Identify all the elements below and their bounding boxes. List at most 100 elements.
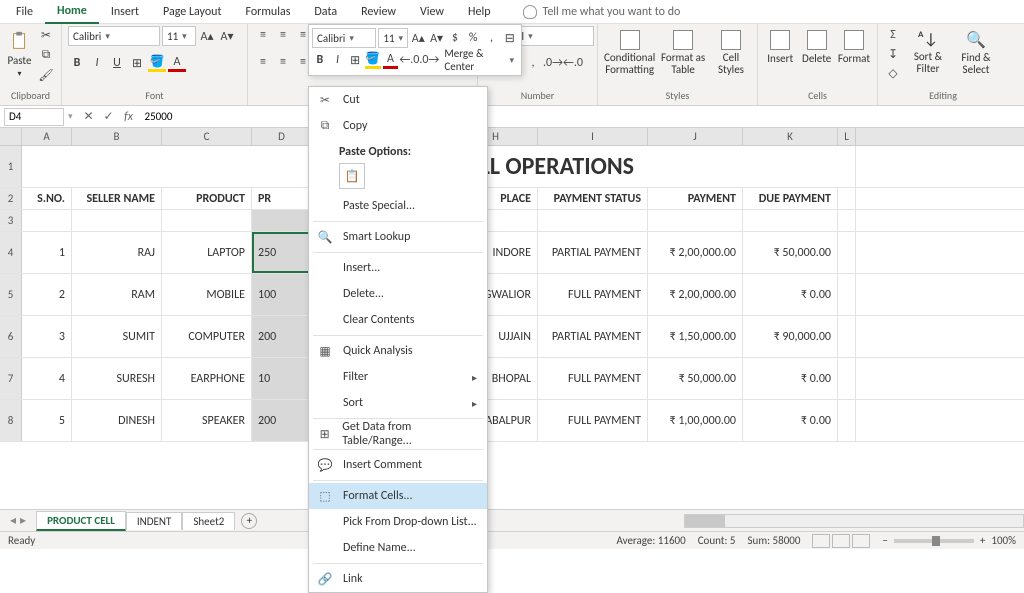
- mini-fill-icon[interactable]: 🪣: [365, 51, 381, 69]
- header-C[interactable]: PRODUCT: [162, 188, 252, 209]
- cell-4-A[interactable]: 1: [22, 232, 72, 273]
- sheet-tab-product-cell[interactable]: PRODUCT CELL: [36, 511, 126, 531]
- conditional-formatting-button[interactable]: Conditional Formatting: [604, 26, 655, 76]
- cell-6-A[interactable]: 3: [22, 316, 72, 357]
- cell[interactable]: [22, 210, 72, 231]
- ctx-get-data[interactable]: ⊞Get Data from Table/Range...: [309, 421, 487, 447]
- cell-5-J[interactable]: ₹ 2,00,000.00: [648, 274, 743, 315]
- cell-4-B[interactable]: RAJ: [72, 232, 162, 273]
- increase-decimal-icon[interactable]: .0→: [544, 54, 562, 72]
- cell-7-A[interactable]: 4: [22, 358, 72, 399]
- ctx-define-name[interactable]: Define Name...: [309, 535, 487, 561]
- decrease-decimal-icon[interactable]: ←.0: [564, 54, 582, 72]
- new-sheet-button[interactable]: +: [241, 513, 257, 529]
- cell[interactable]: [538, 210, 648, 231]
- row-header-3[interactable]: 3: [0, 210, 22, 231]
- italic-button[interactable]: I: [88, 54, 106, 72]
- cell-7-D[interactable]: 10: [252, 358, 312, 399]
- fill-color-button[interactable]: 🪣: [148, 54, 166, 72]
- mini-inc-decimal-icon[interactable]: .0→: [420, 51, 438, 69]
- ctx-insert[interactable]: Insert...: [309, 255, 487, 281]
- cell[interactable]: [648, 210, 743, 231]
- header-D[interactable]: PR: [252, 188, 312, 209]
- align-top-icon[interactable]: ≡: [254, 26, 272, 44]
- horizontal-scrollbar[interactable]: [684, 514, 1024, 528]
- align-left-icon[interactable]: ≡: [254, 53, 272, 71]
- row-header-6[interactable]: 6: [0, 316, 22, 357]
- ctx-insert-comment[interactable]: 💬Insert Comment: [309, 452, 487, 478]
- cell-5-K[interactable]: ₹ 0.00: [743, 274, 838, 315]
- ctx-delete[interactable]: Delete...: [309, 281, 487, 307]
- mini-size-select[interactable]: 11▾: [378, 28, 408, 48]
- cell-styles-button[interactable]: Cell Styles: [711, 26, 751, 76]
- mini-font-select[interactable]: Calibri▾: [312, 28, 376, 48]
- cell-5-I[interactable]: FULL PAYMENT: [538, 274, 648, 315]
- view-normal-button[interactable]: [812, 534, 830, 548]
- cell-8-L[interactable]: [838, 400, 856, 441]
- ctx-clear-contents[interactable]: Clear Contents: [309, 307, 487, 333]
- ctx-format-cells[interactable]: ⬚Format Cells...: [309, 483, 487, 509]
- cell-8-K[interactable]: ₹ 0.00: [743, 400, 838, 441]
- zoom-in-button[interactable]: +: [980, 534, 985, 547]
- tab-insert[interactable]: Insert: [99, 1, 151, 23]
- mini-border-icon[interactable]: ⊞: [347, 51, 363, 69]
- cell-6-I[interactable]: PARTIAL PAYMENT: [538, 316, 648, 357]
- mini-comma-icon[interactable]: ,: [483, 29, 499, 47]
- cell-4-K[interactable]: ₹ 50,000.00: [743, 232, 838, 273]
- worksheet-grid[interactable]: ABCDFGHIJKL 1ELL OPERATIONS2S.NO.SELLER …: [0, 128, 1024, 530]
- cell-6-B[interactable]: SUMIT: [72, 316, 162, 357]
- cell-4-I[interactable]: PARTIAL PAYMENT: [538, 232, 648, 273]
- increase-font-icon[interactable]: A▴: [198, 27, 216, 45]
- header-B[interactable]: SELLER NAME: [72, 188, 162, 209]
- paste-button[interactable]: Paste ▾: [6, 26, 33, 79]
- cell-5-B[interactable]: RAM: [72, 274, 162, 315]
- cell-7-C[interactable]: EARPHONE: [162, 358, 252, 399]
- ctx-paste-special[interactable]: Paste Special...: [309, 193, 487, 219]
- comma-format-icon[interactable]: ,: [524, 54, 542, 72]
- copy-icon[interactable]: ⧉: [37, 46, 55, 64]
- cell-5-L[interactable]: [838, 274, 856, 315]
- cell[interactable]: [838, 210, 856, 231]
- row-header-7[interactable]: 7: [0, 358, 22, 399]
- mini-accounting-icon[interactable]: $: [447, 29, 463, 47]
- autosum-icon[interactable]: Σ: [884, 26, 902, 44]
- insert-cells-button[interactable]: Insert: [764, 26, 796, 65]
- cell-6-L[interactable]: [838, 316, 856, 357]
- tab-page-layout[interactable]: Page Layout: [151, 1, 233, 23]
- mini-italic-icon[interactable]: I: [330, 51, 346, 69]
- cell-8-I[interactable]: FULL PAYMENT: [538, 400, 648, 441]
- format-as-table-button[interactable]: Format as Table: [659, 26, 707, 76]
- border-button[interactable]: ⊞: [128, 54, 146, 72]
- mini-bold-icon[interactable]: B: [312, 51, 328, 69]
- font-color-button[interactable]: A: [168, 54, 186, 72]
- zoom-slider[interactable]: [894, 539, 974, 543]
- header-A[interactable]: S.NO.: [22, 188, 72, 209]
- font-name-select[interactable]: Calibri▾: [68, 26, 160, 46]
- formula-input[interactable]: [139, 110, 1024, 123]
- col-header-B[interactable]: B: [72, 128, 162, 145]
- cell-7-L[interactable]: [838, 358, 856, 399]
- cell[interactable]: [162, 210, 252, 231]
- ctx-link[interactable]: 🔗Link: [309, 566, 487, 592]
- format-cells-button[interactable]: Format: [837, 26, 871, 65]
- row-header-8[interactable]: 8: [0, 400, 22, 441]
- cell-5-A[interactable]: 2: [22, 274, 72, 315]
- cell-7-J[interactable]: ₹ 50,000.00: [648, 358, 743, 399]
- mini-dec-decimal-icon[interactable]: ←.0: [400, 51, 418, 69]
- header-J[interactable]: PAYMENT: [648, 188, 743, 209]
- decrease-font-icon[interactable]: A▾: [218, 27, 236, 45]
- cell-6-C[interactable]: COMPUTER: [162, 316, 252, 357]
- mini-format-painter-icon[interactable]: ⊟: [502, 29, 518, 47]
- row-header-1[interactable]: 1: [0, 146, 22, 187]
- ctx-sort[interactable]: Sort▸: [309, 390, 487, 416]
- enter-formula-icon[interactable]: ✓: [99, 109, 119, 124]
- cell-5-C[interactable]: MOBILE: [162, 274, 252, 315]
- cell-6-J[interactable]: ₹ 1,50,000.00: [648, 316, 743, 357]
- name-box[interactable]: [4, 108, 64, 126]
- font-size-select[interactable]: 11▾: [162, 26, 196, 46]
- mini-increase-font-icon[interactable]: A▴: [410, 29, 426, 47]
- col-header-L[interactable]: L: [838, 128, 856, 145]
- cell-4-J[interactable]: ₹ 2,00,000.00: [648, 232, 743, 273]
- cell-8-B[interactable]: DINESH: [72, 400, 162, 441]
- sheet-nav-prev-icon[interactable]: ◂: [10, 513, 16, 528]
